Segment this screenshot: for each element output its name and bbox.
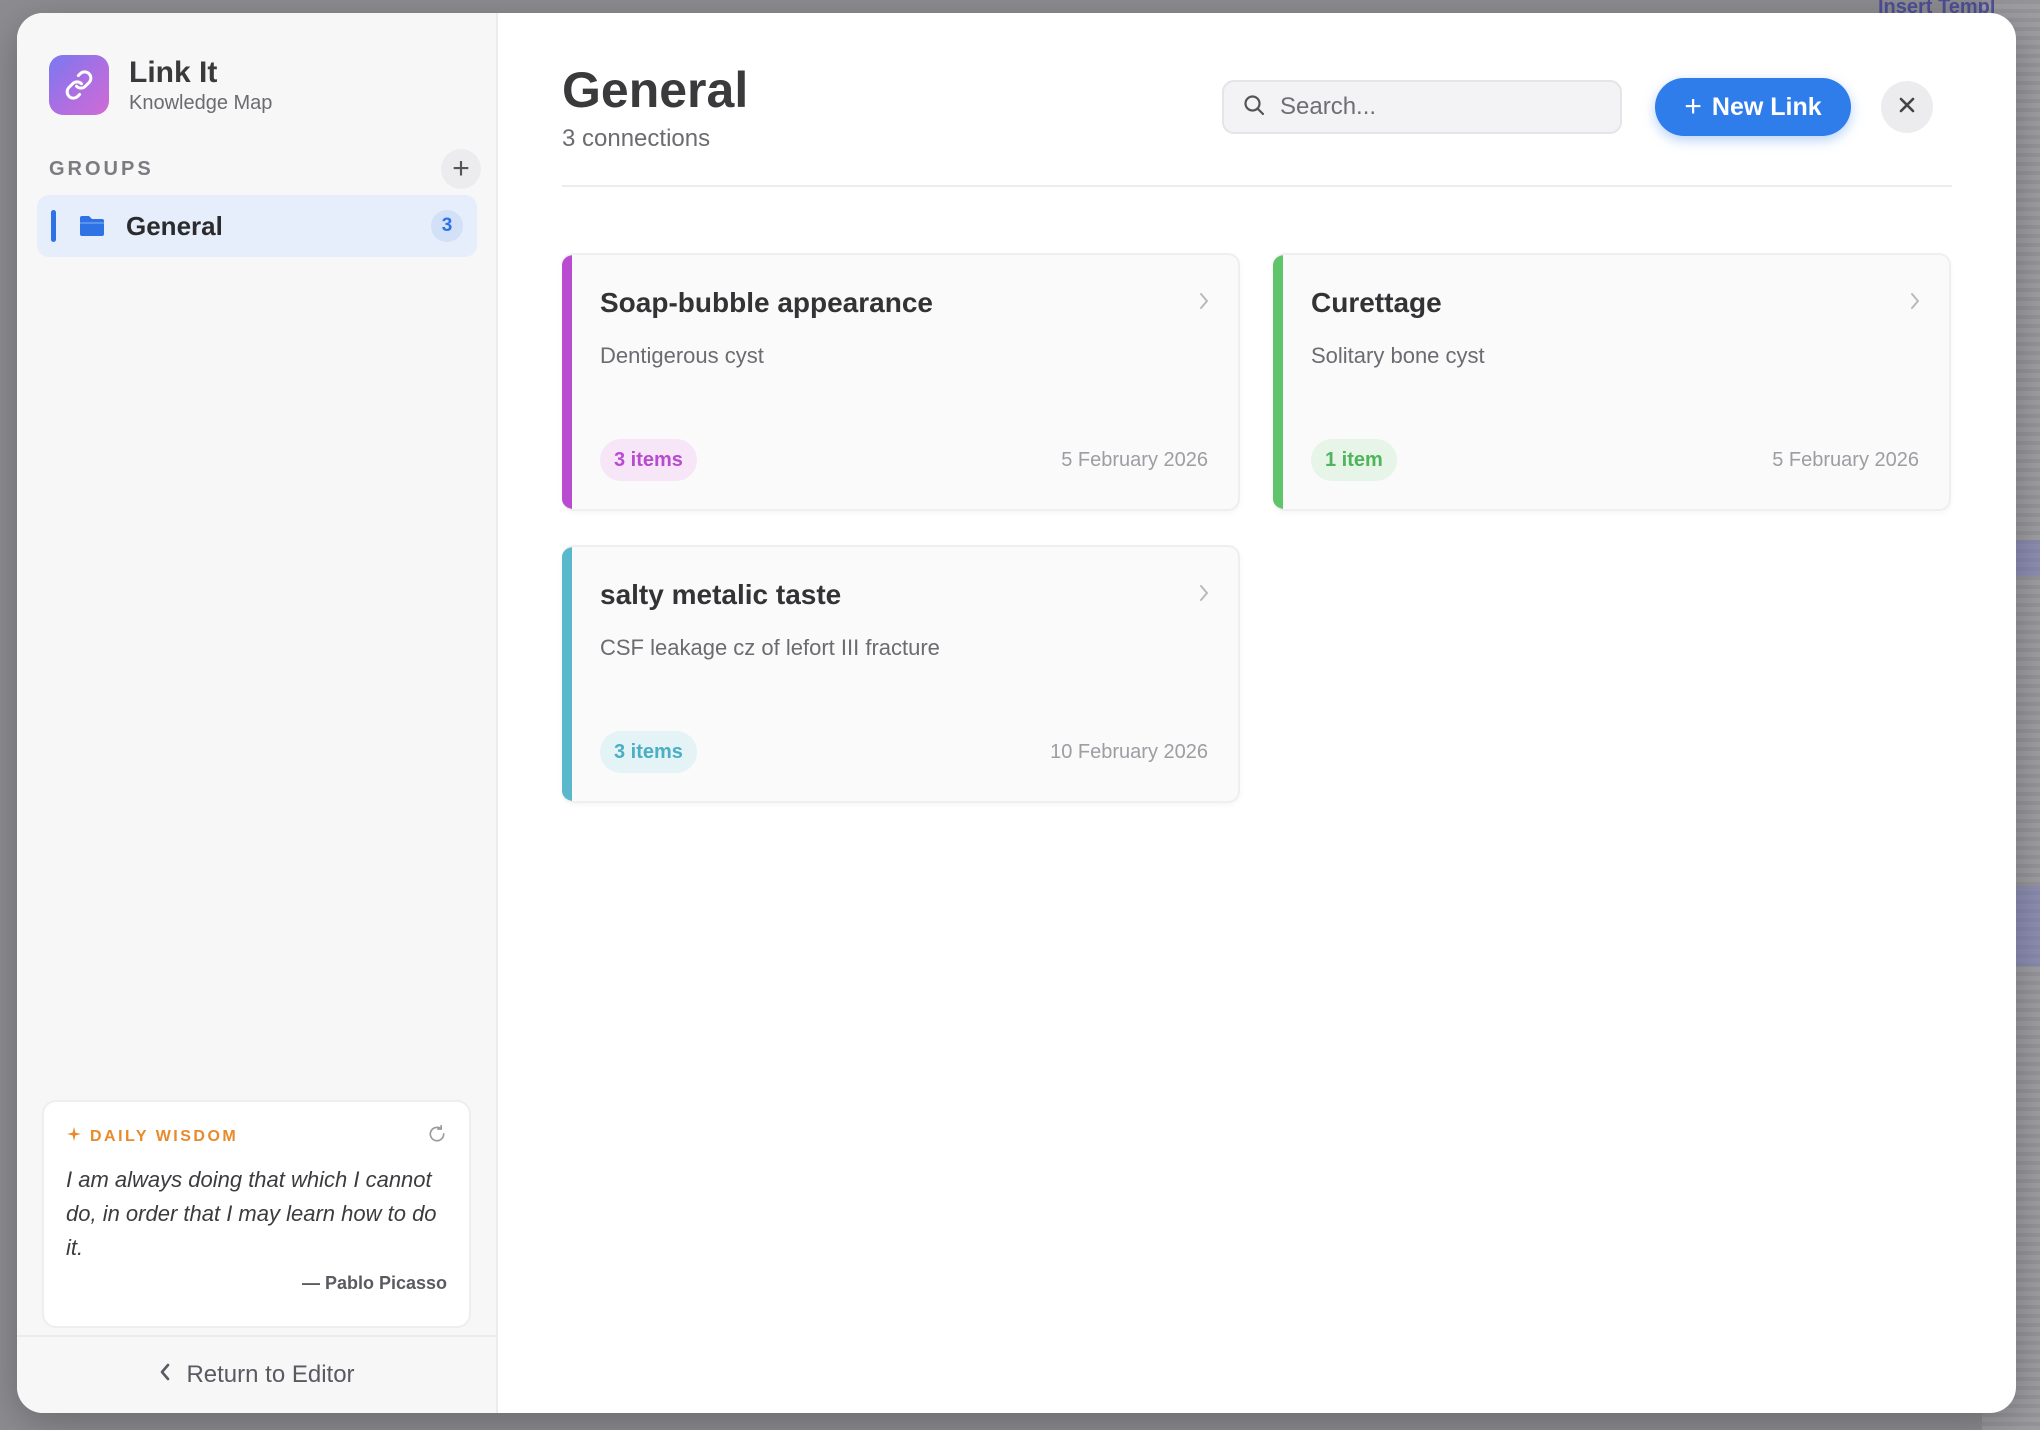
wisdom-quote: I am always doing that which I cannot do… (66, 1167, 437, 1260)
card-subtitle: Dentigerous cyst (600, 343, 764, 368)
card-subtitle: Solitary bone cyst (1311, 343, 1485, 368)
chevron-right-icon (1909, 291, 1921, 316)
groups-label: GROUPS (49, 157, 154, 180)
card-date: 5 February 2026 (1061, 449, 1208, 471)
card-subtitle: CSF leakage cz of lefort III fracture (600, 635, 940, 660)
daily-wisdom-label: DAILY WISDOM (90, 1127, 239, 1145)
brand-subtitle: Knowledge Map (129, 91, 273, 114)
items-badge: 3 items (600, 439, 697, 481)
background-insert-template-button: Insert Templ (1878, 0, 1996, 14)
card-title: Curettage (1311, 287, 1442, 318)
main-panel: General 3 connections Search... + New Li… (498, 13, 2016, 1413)
sidebar-item-label: General (126, 210, 223, 241)
close-icon (1897, 95, 1917, 120)
link-card[interactable]: salty metalic taste CSF leakage cz of le… (562, 545, 1240, 803)
link-it-modal: Link It Knowledge Map GROUPS + General 3 (17, 13, 2016, 1413)
active-indicator (51, 210, 56, 242)
groups-header: GROUPS + (49, 149, 481, 189)
link-card[interactable]: Soap-bubble appearance Dentigerous cyst … (562, 253, 1240, 511)
items-badge: 3 items (600, 731, 697, 773)
brand: Link It Knowledge Map (49, 55, 272, 115)
page-title: General (562, 62, 749, 118)
chevron-right-icon (1198, 583, 1210, 608)
return-label: Return to Editor (186, 1361, 355, 1388)
search-icon (1242, 93, 1266, 122)
plus-icon: + (1684, 90, 1702, 123)
card-accent (562, 255, 572, 509)
refresh-icon[interactable] (427, 1124, 447, 1149)
card-accent (1273, 255, 1283, 509)
wisdom-author: — Pablo Picasso (301, 1273, 447, 1293)
new-link-button[interactable]: + New Link (1655, 78, 1851, 136)
sparkle-icon (66, 1126, 82, 1147)
add-group-button[interactable]: + (441, 149, 481, 189)
chevron-left-icon (158, 1361, 172, 1389)
items-badge: 1 item (1311, 439, 1397, 481)
card-accent (562, 547, 572, 801)
card-date: 10 February 2026 (1050, 741, 1208, 763)
daily-wisdom-card: DAILY WISDOM I am always doing that whic… (42, 1100, 471, 1328)
search-input[interactable]: Search... (1222, 80, 1622, 134)
search-placeholder: Search... (1280, 93, 1377, 120)
card-date: 5 February 2026 (1772, 449, 1919, 471)
group-count-badge: 3 (431, 210, 463, 242)
return-to-editor-button[interactable]: Return to Editor (17, 1335, 496, 1413)
card-title: Soap-bubble appearance (600, 287, 933, 318)
folder-icon (78, 215, 106, 237)
sidebar-item-general[interactable]: General 3 (37, 195, 477, 257)
card-title: salty metalic taste (600, 579, 842, 610)
brand-title: Link It (129, 55, 218, 89)
close-button[interactable] (1881, 81, 1933, 133)
sidebar: Link It Knowledge Map GROUPS + General 3 (17, 13, 498, 1413)
chevron-right-icon (1198, 291, 1210, 316)
link-icon (49, 55, 109, 115)
new-link-label: New Link (1711, 92, 1822, 121)
connections-count: 3 connections (562, 125, 711, 152)
link-card[interactable]: Curettage Solitary bone cyst 1 item 5 Fe… (1273, 253, 1951, 511)
header-divider (562, 185, 1952, 187)
